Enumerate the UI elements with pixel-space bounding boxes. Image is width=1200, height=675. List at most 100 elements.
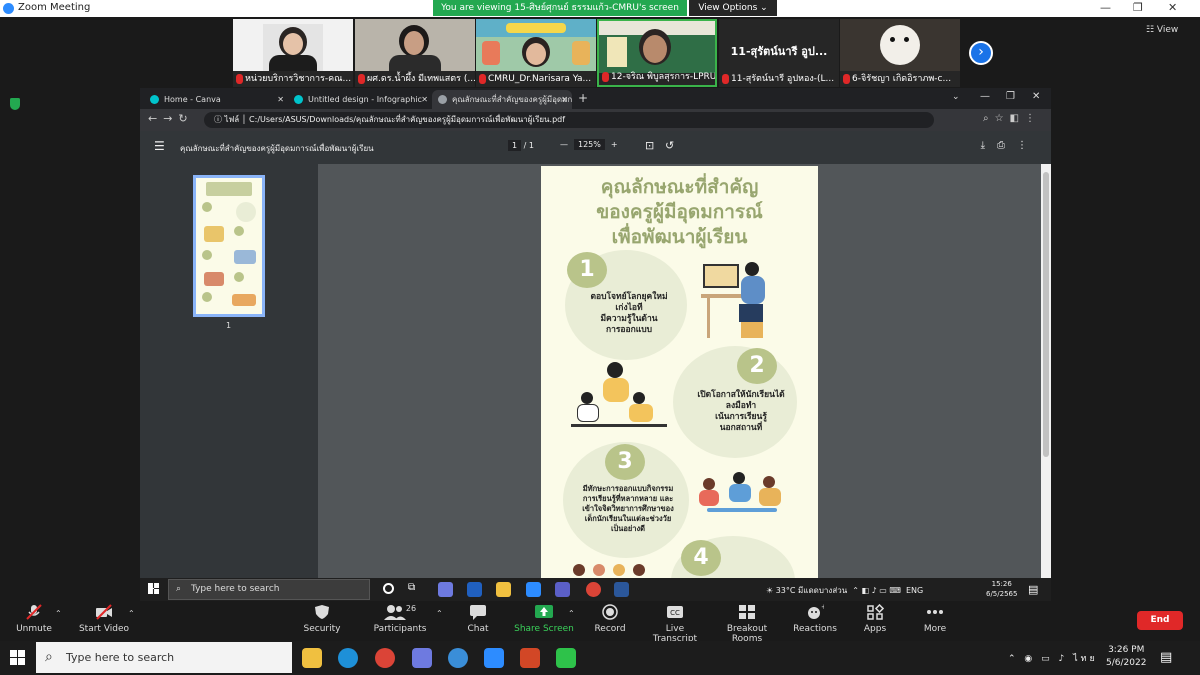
- shared-clock[interactable]: 15:26 6/5/2565: [986, 579, 1017, 599]
- taskbar-clock[interactable]: 3:26 PM 5/6/2022: [1106, 644, 1146, 670]
- shared-time: 15:26: [991, 580, 1012, 588]
- shared-search-box[interactable]: ⌕ Type here to search: [168, 579, 370, 600]
- encryption-shield-icon[interactable]: [10, 98, 20, 110]
- end-meeting-button[interactable]: End: [1137, 611, 1183, 630]
- record-button[interactable]: Record: [590, 604, 630, 634]
- participants-icon: 26: [380, 604, 420, 620]
- view-button[interactable]: ☷ View: [1146, 25, 1178, 35]
- restore-icon[interactable]: ❐: [1133, 1, 1143, 14]
- nav-buttons-icon[interactable]: ←→↻: [148, 112, 194, 125]
- item1-number: 1: [567, 252, 607, 288]
- more-button[interactable]: More: [918, 604, 952, 634]
- fit-page-icon[interactable]: ⊡: [645, 139, 654, 152]
- notification-icon[interactable]: ▤: [1028, 583, 1038, 596]
- close-tab-icon[interactable]: ✕: [421, 90, 428, 109]
- close-tab-icon[interactable]: ✕: [561, 90, 568, 109]
- powerpoint-icon[interactable]: [520, 648, 540, 668]
- menu-icon[interactable]: ☰: [154, 139, 165, 153]
- participant-tile-active-speaker[interactable]: 12-จริณ พิบูลสุรการ-LPRU: [597, 19, 717, 87]
- visio-icon[interactable]: [467, 582, 482, 597]
- url-text: C:/Users/ASUS/Downloads/คุณลักษณะที่สำคั…: [249, 115, 566, 124]
- page-thumbnail[interactable]: [193, 175, 265, 317]
- url-input[interactable]: ⓘ ไฟล์ │ C:/Users/ASUS/Downloads/คุณลักษ…: [204, 112, 934, 128]
- new-tab-icon[interactable]: +: [578, 91, 588, 105]
- pdf-viewer-canvas[interactable]: คุณลักษณะที่สำคัญ ของครูผู้มีอุดมการณ์ เ…: [318, 164, 1041, 578]
- close-icon[interactable]: ✕: [1032, 91, 1040, 102]
- tab-search-icon[interactable]: ⌄: [952, 92, 960, 102]
- start-video-button[interactable]: Start Video: [78, 604, 130, 634]
- restore-icon[interactable]: ❐: [1006, 91, 1015, 102]
- item1-line: ตอบโจทย์โลกยุคใหม่: [590, 292, 668, 302]
- reactions-button[interactable]: + Reactions: [792, 603, 838, 634]
- unmute-button[interactable]: Unmute: [14, 604, 54, 634]
- participant-tile[interactable]: 11-สุรัตน์นารี อูป... 11-สุรัตน์นารี อูป…: [719, 19, 839, 87]
- participants-button[interactable]: 26 Participants: [372, 604, 428, 634]
- participant-video: [840, 19, 960, 71]
- url-prefix: ไฟล์: [224, 115, 240, 124]
- zoom-in-icon[interactable]: +: [611, 140, 618, 149]
- mic-off-icon: [25, 604, 43, 620]
- share-screen-button[interactable]: Share Screen: [514, 604, 574, 634]
- tab-untitled-design[interactable]: Untitled design - Infographic ✕: [288, 90, 432, 109]
- view-options-button[interactable]: View Options ⌄: [689, 0, 777, 16]
- children-playing-illustration: [697, 472, 793, 522]
- audio-options-chevron-icon[interactable]: ⌃: [55, 609, 62, 618]
- minimize-icon[interactable]: —: [980, 91, 990, 102]
- shared-system-tray[interactable]: ☀ 33°C มีแดดบางส่วน ⌃ ◧ ♪ ▭ ⌨ ENG: [766, 584, 923, 597]
- participant-tile[interactable]: ผศ.ดร.น้ำผึ้ง มีเทพแสตร (...: [355, 19, 475, 87]
- chrome-icon[interactable]: [375, 648, 395, 668]
- cortana-icon[interactable]: [383, 583, 394, 594]
- minimize-icon[interactable]: —: [1100, 1, 1111, 14]
- browser-actions-icon[interactable]: ⌕☆◧⋮: [983, 113, 1041, 124]
- task-view-icon[interactable]: ⧉: [408, 582, 415, 593]
- tab-pdf[interactable]: คุณลักษณะที่สำคัญของครูผู้มีอุดมการณ์ ✕: [432, 90, 572, 109]
- participant-name: 6-จิรัชญา เกิดอิราภพ-c...: [852, 74, 952, 84]
- zoom-input[interactable]: 125%: [574, 139, 605, 150]
- chat-button[interactable]: Chat: [460, 604, 496, 634]
- taskbar-search-box[interactable]: ⌕ Type here to search: [36, 642, 292, 673]
- control-label: Security: [303, 624, 341, 634]
- participant-tile[interactable]: 6-จิรัชญา เกิดอิราภพ-c...: [840, 19, 960, 87]
- close-tab-icon[interactable]: ✕: [277, 90, 284, 109]
- page-input[interactable]: 1: [508, 140, 522, 151]
- share-options-chevron-icon[interactable]: ⌃: [568, 609, 575, 618]
- pdf-scrollbar[interactable]: [1041, 164, 1051, 578]
- app-icon[interactable]: [438, 582, 453, 597]
- windows-start-icon[interactable]: [10, 650, 25, 665]
- apps-button[interactable]: Apps: [858, 603, 892, 634]
- teams-icon[interactable]: [555, 582, 570, 597]
- word-icon[interactable]: [614, 582, 629, 597]
- control-label: Record: [594, 624, 626, 634]
- file-explorer-icon[interactable]: [302, 648, 322, 668]
- zoom-out-icon[interactable]: —: [560, 140, 568, 149]
- thumbnail-page-number: 1: [226, 321, 232, 330]
- line-icon[interactable]: [556, 648, 576, 668]
- chrome-icon[interactable]: [586, 582, 601, 597]
- zoom-icon[interactable]: [526, 582, 541, 597]
- close-icon[interactable]: ✕: [1168, 1, 1177, 14]
- tab-home-canva[interactable]: Home - Canva ✕: [144, 90, 288, 109]
- video-options-chevron-icon[interactable]: ⌃: [128, 609, 135, 618]
- scrollbar-thumb[interactable]: [1043, 172, 1049, 457]
- file-explorer-icon[interactable]: [496, 582, 511, 597]
- app-icon[interactable]: [412, 648, 432, 668]
- security-button[interactable]: Security: [300, 604, 344, 634]
- window-title: Zoom Meeting: [18, 2, 91, 13]
- system-tray[interactable]: ⌃ ◉ ▭ ♪ ไทย: [1008, 651, 1098, 665]
- windows-start-icon[interactable]: [148, 583, 159, 594]
- svg-text:CC: CC: [670, 609, 680, 617]
- participants-chevron-icon[interactable]: ⌃: [436, 609, 443, 618]
- video-off-icon: [95, 604, 113, 620]
- action-center-icon[interactable]: ▤: [1160, 650, 1172, 665]
- globe-icon[interactable]: [448, 648, 468, 668]
- participant-tile[interactable]: CMRU_Dr.Narisara Ya...: [476, 19, 596, 87]
- item3-line: เด็กนักเรียนในแต่ละช่วงวัย: [584, 514, 672, 523]
- download-print-more-icons[interactable]: ⤓⎙⋮: [981, 140, 1039, 151]
- breakout-rooms-button[interactable]: Breakout Rooms: [712, 604, 782, 644]
- zoom-icon[interactable]: [484, 648, 504, 668]
- participant-tile[interactable]: หน่วยบริการวิชาการ-คณ...: [233, 19, 353, 87]
- next-page-button[interactable]: ›: [969, 41, 993, 65]
- edge-icon[interactable]: [338, 648, 358, 668]
- rotate-icon[interactable]: ↺: [665, 139, 674, 152]
- live-transcript-button[interactable]: CC Live Transcript: [644, 604, 706, 644]
